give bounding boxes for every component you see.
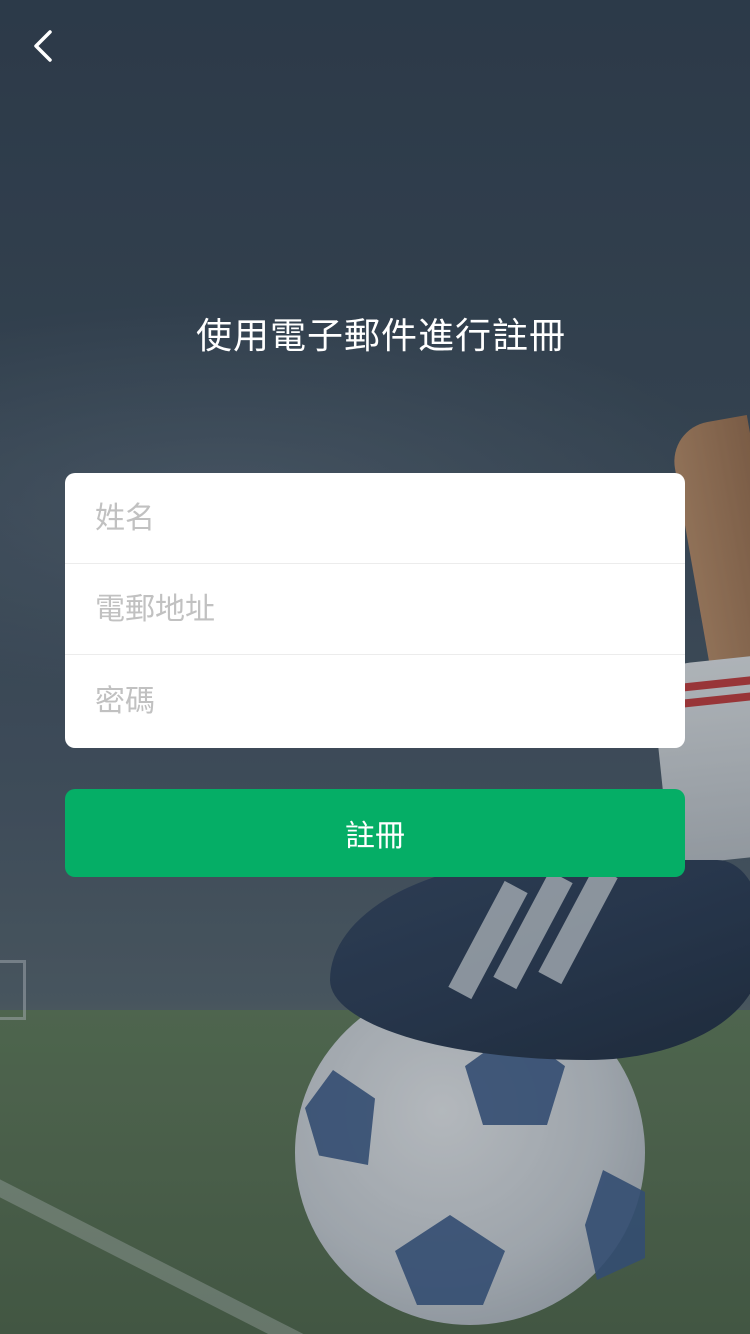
register-button[interactable]: 註冊 [65,789,685,877]
name-input[interactable] [65,473,685,563]
registration-form [65,473,685,748]
email-field-row [65,564,685,655]
page-title: 使用電子郵件進行註冊 [196,316,567,357]
back-button[interactable] [30,30,62,62]
password-field-row [65,655,685,748]
password-input[interactable] [65,655,685,748]
email-input[interactable] [65,564,685,654]
name-field-row [65,473,685,564]
chevron-left-icon [34,30,52,62]
